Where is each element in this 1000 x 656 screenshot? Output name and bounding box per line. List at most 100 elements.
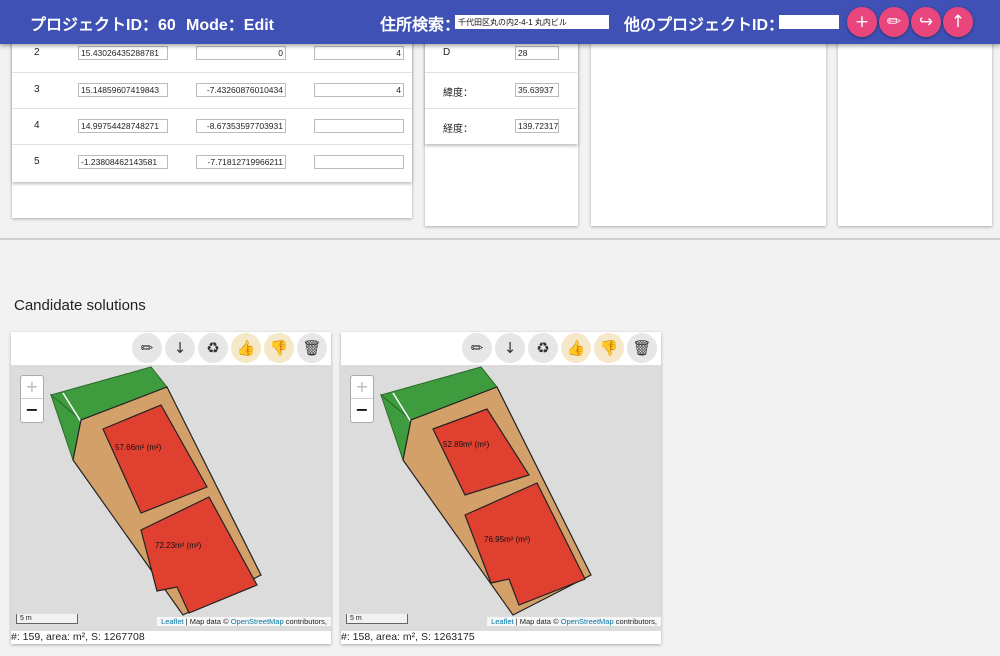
osm-link[interactable]: OpenStreetMap bbox=[561, 617, 614, 626]
thumbs-down-icon: 👎 bbox=[269, 339, 289, 357]
z-field[interactable] bbox=[314, 119, 404, 133]
y-field[interactable]: -8.67353597703931 bbox=[196, 119, 286, 133]
scale-bar: 5 m bbox=[16, 614, 78, 624]
upload-button[interactable]: ↑ bbox=[943, 7, 973, 37]
map-attribution: Leaflet | Map data © OpenStreetMap contr… bbox=[157, 617, 331, 626]
z-field[interactable] bbox=[314, 155, 404, 169]
param-label: 緯度： bbox=[443, 88, 473, 99]
address-search-label: 住所検索： bbox=[380, 17, 461, 34]
params-panel: D 28 緯度： 35.63937 経度： 139.72317 bbox=[425, 30, 578, 144]
delete-button[interactable]: 🗑 bbox=[297, 333, 327, 363]
osm-link[interactable]: OpenStreetMap bbox=[231, 617, 284, 626]
site-map[interactable]: 52.89m² (m²) 76.95m² (m²) + − 5 m Leafle… bbox=[341, 365, 661, 631]
redirect-arrow-icon: ↪ bbox=[918, 12, 934, 32]
edit-candidate-button[interactable]: ✏ bbox=[132, 333, 162, 363]
address-search-input[interactable] bbox=[455, 15, 609, 29]
row-number: 4 bbox=[34, 120, 40, 131]
pencil-icon: ✏ bbox=[470, 339, 484, 357]
empty-card bbox=[838, 30, 992, 226]
zoom-out-button[interactable]: − bbox=[21, 399, 43, 422]
site-plan-drawing bbox=[49, 366, 262, 616]
leaflet-link[interactable]: Leaflet bbox=[491, 617, 514, 626]
table-row: 5 -1.23808462143581 -7.71812719966211 bbox=[12, 144, 412, 180]
zoom-in-button[interactable]: + bbox=[351, 376, 373, 399]
points-table-card: 2 15.43026435288781 0 4 3 15.14859607419… bbox=[12, 30, 412, 218]
app-header: プロジェクトID：60 Mode：Edit 住所検索： 他のプロジェクトID： … bbox=[0, 0, 1000, 44]
thumbs-down-icon: 👎 bbox=[599, 339, 619, 357]
project-id-label: プロジェクトID：60 bbox=[30, 17, 176, 34]
add-button[interactable]: + bbox=[847, 7, 877, 37]
edit-candidate-button[interactable]: ✏ bbox=[462, 333, 492, 363]
site-map[interactable]: 57.66m² (m²) 72.23m² (m²) + − 5 m Leafle… bbox=[11, 365, 331, 631]
x-field[interactable]: 15.43026435288781 bbox=[78, 46, 168, 60]
y-field[interactable]: 0 bbox=[196, 46, 286, 60]
zoom-control: + − bbox=[350, 375, 374, 423]
longitude-field[interactable]: 139.72317 bbox=[515, 119, 559, 133]
candidate-card: ✏ ↓ ♻ 👍 👎 🗑 57.66m² (m²) 72.23m² (m²) + … bbox=[11, 332, 331, 644]
x-field[interactable]: -1.23808462143581 bbox=[78, 155, 168, 169]
recycle-button[interactable]: ♻ bbox=[198, 333, 228, 363]
y-field[interactable]: -7.71812719966211 bbox=[196, 155, 286, 169]
zoom-control: + − bbox=[20, 375, 44, 423]
pencil-icon: ✏ bbox=[886, 12, 902, 32]
attribution-text: contributors, bbox=[283, 617, 327, 626]
download-icon: ↓ bbox=[503, 339, 517, 357]
edit-button[interactable]: ✏ bbox=[879, 7, 909, 37]
section-divider bbox=[0, 238, 1000, 240]
candidate-toolbar: ✏ ↓ ♻ 👍 👎 🗑 bbox=[11, 332, 331, 364]
row-number: 3 bbox=[34, 84, 40, 95]
table-row: 3 15.14859607419843 -7.43260876010434 4 bbox=[12, 72, 412, 108]
param-label: D bbox=[443, 47, 451, 58]
recycle-icon: ♻ bbox=[536, 339, 550, 357]
pencil-icon: ✏ bbox=[140, 339, 154, 357]
thumbs-up-icon: 👍 bbox=[236, 339, 256, 357]
param-row: 緯度： 35.63937 bbox=[425, 72, 577, 108]
like-button[interactable]: 👍 bbox=[561, 333, 591, 363]
candidates-title: Candidate solutions bbox=[14, 297, 146, 314]
building-area-label: 57.66m² (m²) bbox=[115, 443, 162, 452]
params-card: D 28 緯度： 35.63937 経度： 139.72317 bbox=[425, 30, 578, 226]
dislike-button[interactable]: 👎 bbox=[264, 333, 294, 363]
dislike-button[interactable]: 👎 bbox=[594, 333, 624, 363]
redirect-button[interactable]: ↪ bbox=[911, 7, 941, 37]
download-button[interactable]: ↓ bbox=[495, 333, 525, 363]
y-field[interactable]: -7.43260876010434 bbox=[196, 83, 286, 97]
row-number: 2 bbox=[34, 47, 40, 58]
leaflet-link[interactable]: Leaflet bbox=[161, 617, 184, 626]
candidate-toolbar: ✏ ↓ ♻ 👍 👎 🗑 bbox=[341, 332, 661, 364]
candidate-footer: #: 159, area: m², S: 1267708 bbox=[11, 631, 145, 643]
row-number: 5 bbox=[34, 156, 40, 167]
points-table: 2 15.43026435288781 0 4 3 15.14859607419… bbox=[12, 30, 412, 182]
trash-icon: 🗑 bbox=[302, 339, 322, 357]
attribution-text: | Map data © bbox=[513, 617, 561, 626]
z-field[interactable]: 4 bbox=[314, 46, 404, 60]
like-button[interactable]: 👍 bbox=[231, 333, 261, 363]
table-row: 4 14.99754428748271 -8.67353597703931 bbox=[12, 108, 412, 144]
recycle-button[interactable]: ♻ bbox=[528, 333, 558, 363]
z-field[interactable]: 4 bbox=[314, 83, 404, 97]
plus-icon: + bbox=[854, 12, 870, 32]
x-field[interactable]: 14.99754428748271 bbox=[78, 119, 168, 133]
param-row: 経度： 139.72317 bbox=[425, 108, 577, 144]
other-project-label: 他のプロジェクトID： bbox=[624, 17, 785, 34]
x-field[interactable]: 15.14859607419843 bbox=[78, 83, 168, 97]
delete-button[interactable]: 🗑 bbox=[627, 333, 657, 363]
candidate-footer: #: 158, area: m², S: 1263175 bbox=[341, 631, 475, 643]
building-area-label: 52.89m² (m²) bbox=[443, 440, 490, 449]
latitude-field[interactable]: 35.63937 bbox=[515, 83, 559, 97]
thumbs-up-icon: 👍 bbox=[566, 339, 586, 357]
param-d-field[interactable]: 28 bbox=[515, 46, 559, 60]
recycle-icon: ♻ bbox=[206, 339, 220, 357]
scale-bar: 5 m bbox=[346, 614, 408, 624]
other-project-input[interactable] bbox=[779, 15, 839, 29]
attribution-text: | Map data © bbox=[183, 617, 231, 626]
arrow-up-icon: ↑ bbox=[950, 12, 966, 32]
candidate-card: ✏ ↓ ♻ 👍 👎 🗑 52.89m² (m²) 76.95m² (m²) + … bbox=[341, 332, 661, 644]
download-icon: ↓ bbox=[173, 339, 187, 357]
zoom-out-button[interactable]: − bbox=[351, 399, 373, 422]
building-area-label: 72.23m² (m²) bbox=[155, 541, 202, 550]
zoom-in-button[interactable]: + bbox=[21, 376, 43, 399]
site-plan-drawing bbox=[379, 366, 592, 616]
mode-label: Mode：Edit bbox=[186, 17, 274, 34]
download-button[interactable]: ↓ bbox=[165, 333, 195, 363]
